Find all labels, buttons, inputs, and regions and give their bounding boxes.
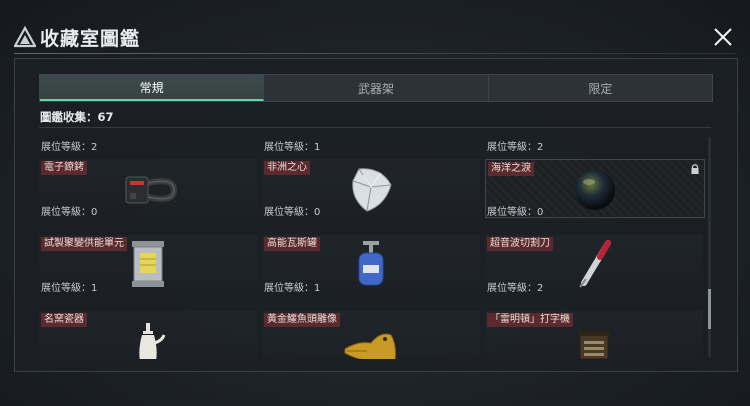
tab-regular[interactable]: 常規 — [40, 75, 265, 101]
booth-level: 展位等級：1 — [264, 283, 321, 294]
tab-limited[interactable]: 限定 — [489, 75, 712, 101]
lock-icon — [691, 164, 699, 174]
booth-level: 展位等級：2 — [487, 283, 544, 294]
item-name: 高能瓦斯罐 — [264, 237, 320, 251]
booth-level: 展位等級：0 — [264, 207, 321, 218]
scrollbar[interactable] — [708, 137, 711, 357]
porcelain-icon — [139, 323, 166, 359]
triangle-logo-icon — [14, 26, 36, 48]
item-card[interactable]: 海洋之淚 展位等級：0 — [485, 141, 705, 218]
page-title: 收藏室圖鑑 — [40, 28, 141, 50]
cutter-icon — [579, 240, 611, 288]
typewriter-icon — [578, 331, 610, 359]
item-name: 黃金鱷魚頭雕像 — [264, 313, 340, 327]
gold-croc-icon — [344, 333, 396, 359]
item-card-body[interactable]: 黃金鱷魚頭雕像 — [262, 311, 480, 359]
header-divider — [14, 53, 736, 54]
header: 收藏室圖鑑 — [0, 20, 750, 54]
divider — [39, 127, 711, 128]
booth-level: 展位等級：0 — [487, 207, 544, 218]
item-card[interactable]: 高能瓦斯罐 展位等級：1 — [262, 217, 480, 294]
diamond-icon — [352, 168, 392, 212]
item-name: 海洋之淚 — [488, 162, 534, 176]
item-card[interactable]: 超音波切割刀 展位等級：2 — [485, 217, 703, 294]
collection-count: 圖鑑收集：67 — [40, 110, 114, 124]
item-card[interactable]: 非洲之心 展位等級：0 — [262, 141, 480, 218]
item-card-body[interactable]: 名窯瓷器 — [39, 311, 257, 359]
item-card[interactable]: 「雷明頓」打字機 — [485, 293, 703, 359]
collection-panel: 常規 武器架 限定 圖鑑收集：67 展位等級：2 展位等級：1 展位等級：2 電… — [14, 58, 738, 372]
item-name: 非洲之心 — [264, 161, 310, 175]
item-card-body[interactable]: 「雷明頓」打字機 — [485, 311, 703, 359]
item-name: 超音波切割刀 — [487, 237, 553, 251]
pearl-icon — [575, 170, 615, 210]
item-name: 試製聚變供能單元 — [41, 237, 127, 251]
item-name: 「雷明頓」打字機 — [487, 313, 573, 327]
item-card[interactable]: 試製聚變供能單元 展位等級：1 — [39, 217, 257, 294]
item-card[interactable]: 黃金鱷魚頭雕像 — [262, 293, 480, 359]
gas-tank-icon — [358, 241, 384, 286]
scrollbar-thumb[interactable] — [708, 289, 711, 329]
item-grid: 展位等級：2 展位等級：1 展位等級：2 電子鐐銬 展位等級：0 非洲之心 展位… — [39, 135, 707, 359]
close-icon[interactable] — [712, 26, 734, 48]
booth-level: 展位等級：0 — [41, 207, 98, 218]
item-name: 名窯瓷器 — [41, 313, 87, 327]
tab-weapon-rack[interactable]: 武器架 — [264, 75, 489, 101]
item-name: 電子鐐銬 — [41, 161, 87, 175]
item-card[interactable]: 電子鐐銬 展位等級：0 — [39, 141, 257, 218]
tab-bar: 常規 武器架 限定 — [39, 74, 713, 102]
fusion-unit-icon — [132, 241, 164, 287]
booth-level: 展位等級：1 — [41, 283, 98, 294]
item-card[interactable]: 名窯瓷器 — [39, 293, 257, 359]
shackle-icon — [125, 176, 178, 204]
